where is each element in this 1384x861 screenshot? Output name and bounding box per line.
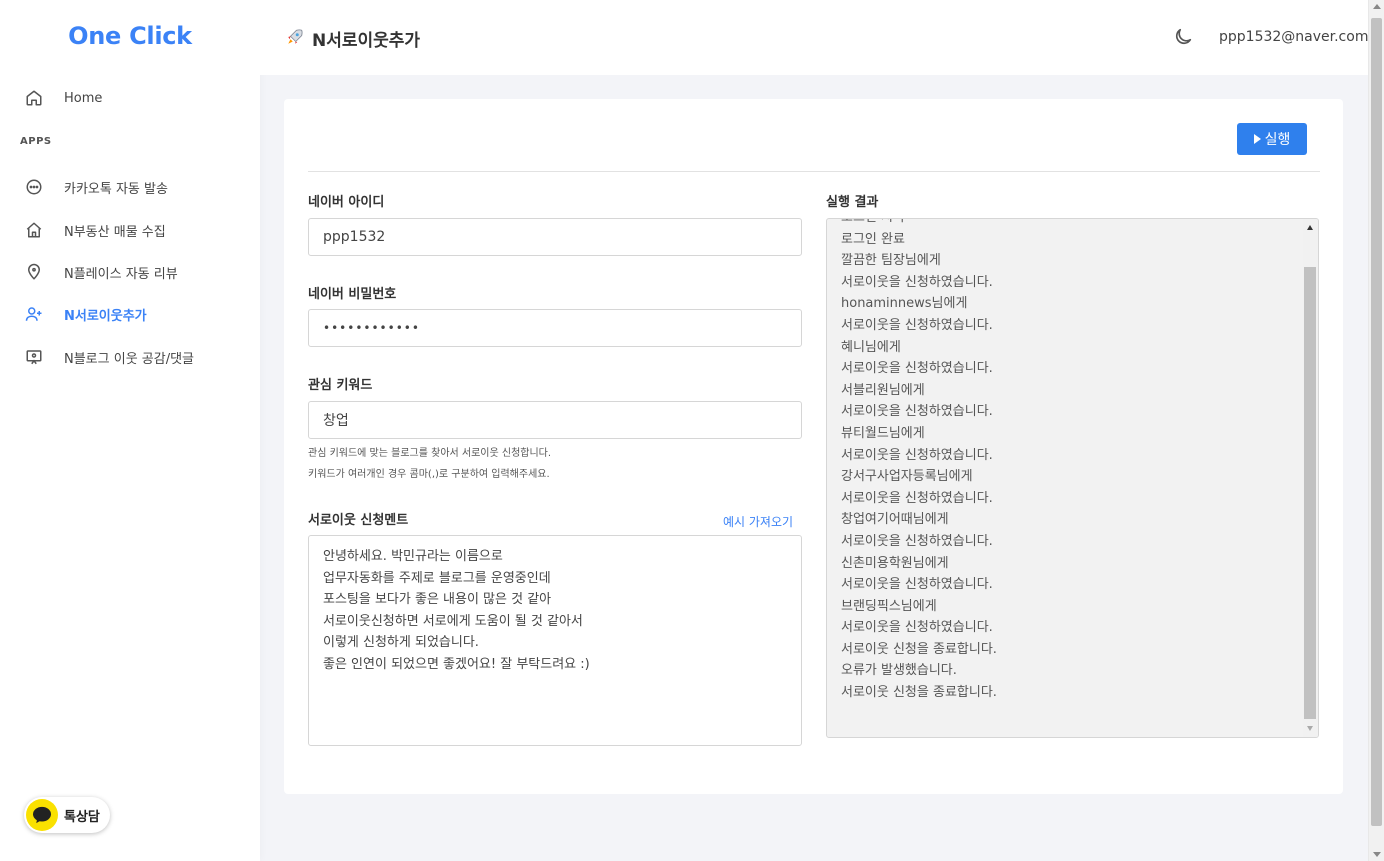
sidebar-item-label: N블로그 이웃 공감/댓글: [64, 351, 195, 367]
moon-icon[interactable]: [1172, 26, 1194, 48]
sidebar-item-label: N플레이스 자동 리뷰: [64, 266, 178, 282]
message-line: 서로이웃신청하면 서로에게 도움이 될 것 같아서: [323, 613, 583, 629]
result-line: 서로이웃을 신청하였습니다.: [841, 361, 993, 377]
scroll-down-icon[interactable]: [1307, 726, 1313, 731]
naver-id-input[interactable]: ppp1532: [308, 218, 802, 256]
scroll-up-icon[interactable]: [1373, 4, 1381, 9]
result-line: 서로이웃을 신청하였습니다.: [841, 447, 993, 463]
result-line: 서로이웃을 신청하였습니다.: [841, 533, 993, 549]
naver-id-value: ppp1532: [323, 229, 386, 245]
sidebar: One Click Home APPS 카카오톡 자동 발송 N부동산 매물 수…: [0, 0, 260, 861]
user-email[interactable]: ppp1532@naver.com: [1219, 29, 1368, 45]
section-label-apps: APPS: [20, 136, 52, 147]
sidebar-item-blog-comment[interactable]: N블로그 이웃 공감/댓글: [24, 345, 194, 369]
result-line: 창업여기어때님에게: [841, 512, 949, 528]
run-button[interactable]: 실행: [1237, 123, 1307, 155]
scrollbar-thumb[interactable]: [1371, 18, 1382, 826]
result-line: 신촌미용학원님에게: [841, 555, 949, 571]
page-title: N서로이웃추가: [286, 26, 420, 51]
chat-icon: [24, 177, 44, 197]
map-pin-icon: [24, 262, 44, 282]
keyword-help-2: 키워드가 여러개인 경우 콤마(,)로 구분하여 입력해주세요.: [308, 469, 550, 480]
home-icon: [24, 88, 44, 108]
play-icon: [1253, 134, 1261, 144]
result-line: 로그인 완료: [841, 231, 905, 247]
result-line: 서로이웃을 신청하였습니다.: [841, 577, 993, 593]
result-line: honaminnews님에게: [841, 296, 968, 312]
scroll-down-icon[interactable]: [1373, 852, 1381, 857]
message-line: 좋은 인연이 되었으면 좋겠어요! 잘 부탁드려요 :): [323, 656, 590, 672]
result-line: 혜니님에게: [841, 339, 901, 355]
result-line: 서로이웃 신청을 종료합니다.: [841, 641, 997, 657]
example-load-link[interactable]: 예시 가져오기: [723, 513, 793, 530]
result-line: 서로이웃 신청을 종료합니다.: [841, 685, 997, 701]
keyword-value: 창업: [323, 413, 349, 429]
run-button-label: 실행: [1264, 132, 1291, 148]
sidebar-item-place-review[interactable]: N플레이스 자동 리뷰: [24, 260, 178, 284]
keyword-label: 관심 키워드: [308, 378, 373, 393]
divider: [308, 171, 1320, 172]
rocket-icon: [286, 28, 304, 50]
keyword-help-1: 관심 키워드에 맞는 블로그를 찾아서 서로이웃 신청합니다.: [308, 448, 552, 459]
result-scrollbar[interactable]: [1303, 219, 1318, 737]
kakao-consult-label: 톡상담: [64, 809, 100, 825]
result-line: 서블리원님에게: [841, 382, 925, 398]
sidebar-item-home[interactable]: Home: [24, 86, 102, 110]
message-textarea[interactable]: 안녕하세요. 박민규라는 이름으로 업무자동화를 주제로 블로그를 운영중인데 …: [308, 535, 802, 746]
house-icon: [24, 220, 44, 240]
result-lines: 로그인 시작로그인 완료깔끔한 팀장님에게서로이웃을 신청하였습니다. honam…: [841, 219, 1301, 704]
sidebar-item-label: Home: [64, 90, 103, 106]
pw-label: 네이버 비밀번호: [308, 287, 397, 302]
keyword-input[interactable]: 창업: [308, 401, 802, 439]
result-line: 서로이웃을 신청하였습니다.: [841, 274, 993, 290]
sidebar-item-label: N부동산 매물 수집: [64, 224, 166, 240]
kakao-consult-button[interactable]: 톡상담: [24, 797, 110, 833]
message-label: 서로이웃 신청멘트: [308, 513, 409, 528]
app-logo[interactable]: One Click: [0, 22, 260, 50]
sidebar-item-neighbor-add[interactable]: N서로이웃추가: [24, 302, 147, 326]
result-line: 깔끔한 팀장님에게: [841, 253, 941, 269]
scrollbar-thumb[interactable]: [1304, 267, 1316, 719]
sidebar-item-label: N서로이웃추가: [64, 308, 147, 324]
sidebar-item-realestate[interactable]: N부동산 매물 수집: [24, 218, 166, 242]
sidebar-item-kakao[interactable]: 카카오톡 자동 발송: [24, 175, 168, 199]
result-line: 서로이웃을 신청하였습니다.: [841, 620, 993, 636]
result-line: 서로이웃을 신청하였습니다.: [841, 490, 993, 506]
result-line: 오류가 발생했습니다.: [841, 663, 957, 679]
result-line: 로그인 시작: [841, 219, 1301, 229]
user-plus-icon: [24, 304, 44, 324]
main-card: 실행 네이버 아이디 ppp1532 네이버 비밀번호 ••••••••••••…: [284, 99, 1343, 794]
message-line: 포스팅을 보다가 좋은 내용이 많은 것 같아: [323, 592, 552, 608]
kakao-chat-icon: [26, 799, 58, 831]
result-line: 브랜딩픽스님에게: [841, 598, 937, 614]
message-line: 업무자동화를 주제로 블로그를 운영중인데: [323, 570, 551, 586]
result-log[interactable]: 로그인 시작로그인 완료깔끔한 팀장님에게서로이웃을 신청하였습니다. honam…: [826, 218, 1319, 738]
result-line: 강서구사업자등록님에게: [841, 469, 973, 485]
naver-password-input[interactable]: ••••••••••••: [308, 309, 802, 347]
id-label: 네이버 아이디: [308, 195, 385, 210]
scroll-up-icon[interactable]: [1307, 225, 1313, 230]
page-scrollbar[interactable]: [1368, 0, 1384, 861]
message-line: 이렇게 신청하게 되었습니다.: [323, 635, 479, 651]
message-line: 안녕하세요. 박민규라는 이름으로: [323, 549, 503, 564]
result-line: 뷰티월드님에게: [841, 425, 925, 441]
result-line: 서로이웃을 신청하였습니다.: [841, 317, 993, 333]
top-header: N서로이웃추가 ppp1532@naver.com: [260, 0, 1368, 75]
sidebar-item-label: 카카오톡 자동 발송: [64, 181, 168, 197]
result-line: 서로이웃을 신청하였습니다.: [841, 404, 993, 420]
naver-password-value: ••••••••••••: [323, 321, 420, 335]
page-title-text: N서로이웃추가: [312, 31, 421, 51]
message-square-icon: [24, 347, 44, 367]
result-label: 실행 결과: [826, 195, 879, 210]
